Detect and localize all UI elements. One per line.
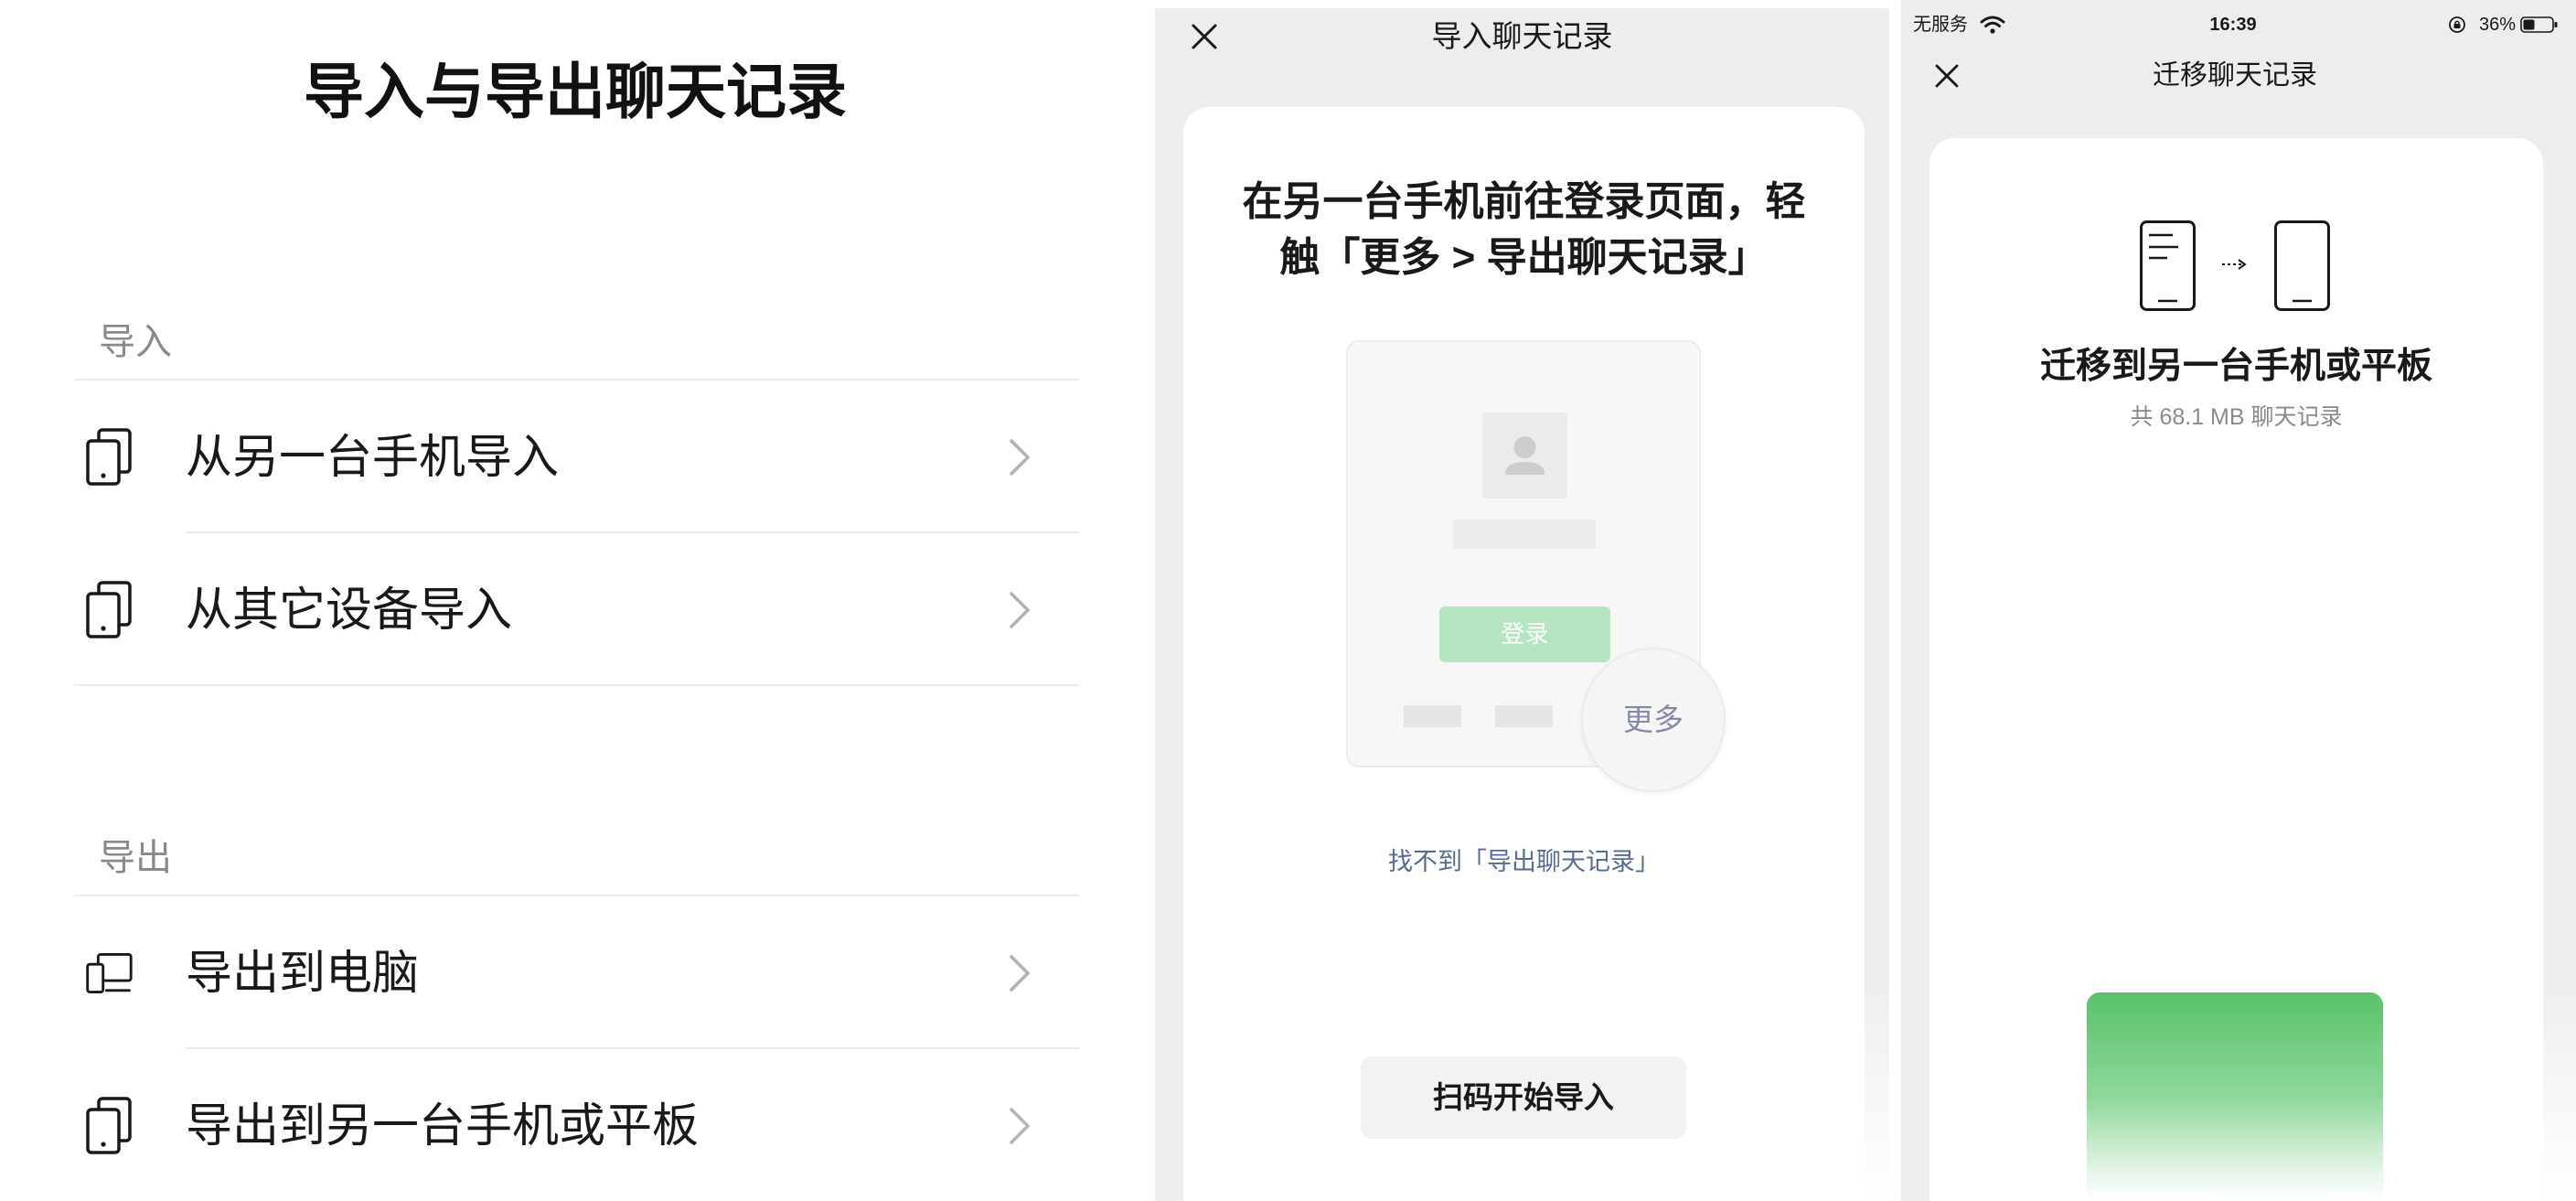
source-phone-icon	[2140, 220, 2196, 311]
page-title: 导入与导出聊天记录	[304, 58, 847, 125]
computer-icon	[85, 944, 133, 1002]
arrow-right-icon	[2222, 259, 2247, 270]
nav-title: 导入聊天记录	[1431, 19, 1613, 53]
nav-title: 迁移聊天记录	[2153, 60, 2317, 91]
list-item-label: 导出到电脑	[186, 946, 420, 999]
migrate-size-subtitle: 共 68.1 MB 聊天记录	[2130, 404, 2343, 430]
link-placeholder	[1404, 705, 1461, 727]
status-time: 16:39	[2209, 15, 2257, 35]
phone-icon	[85, 428, 133, 486]
edge-fade	[2543, 963, 2576, 1201]
migrate-chat-history-screen: 无服务 16:39 36% 迁移聊天记录 迁移到另一台手机或平板 共 68.1 …	[1901, 0, 2576, 1201]
chevron-right-icon	[1010, 1107, 1030, 1144]
instruction-line-1: 在另一台手机前往登录页面，轻	[1242, 179, 1806, 224]
divider	[74, 895, 1079, 896]
section-header-export: 导出	[99, 838, 172, 878]
divider	[74, 684, 1079, 686]
import-chat-history-screen: 导入聊天记录 在另一台手机前往登录页面，轻 触「更多 > 导出聊天记录」 登录 …	[1155, 8, 1889, 1201]
list-item-label: 从其它设备导入	[186, 583, 513, 636]
instruction-line-2: 触「更多 > 导出聊天记录」	[1279, 235, 1769, 280]
divider	[186, 1047, 1079, 1049]
illustration-more-highlight: 更多	[1581, 648, 1726, 792]
migrate-heading: 迁移到另一台手机或平板	[2039, 347, 2432, 386]
list-item-import-from-phone[interactable]: 从另一台手机导入	[74, 381, 1079, 532]
list-item-export-to-computer[interactable]: 导出到电脑	[74, 897, 1079, 1048]
login-page-illustration: 登录 更多	[1346, 340, 1726, 792]
status-carrier: 无服务	[1913, 15, 1968, 35]
divider	[186, 531, 1079, 533]
illustration-login-button: 登录	[1439, 606, 1610, 662]
status-battery-percent: 36%	[2478, 15, 2516, 35]
list-item-label: 从另一台手机导入	[186, 430, 560, 483]
instruction-text: 在另一台手机前往登录页面，轻 触「更多 > 导出聊天记录」	[1183, 174, 1865, 285]
chevron-right-icon	[1010, 591, 1030, 628]
close-icon	[1935, 64, 1959, 88]
start-migrate-button[interactable]	[2087, 992, 2383, 1201]
name-placeholder	[1453, 520, 1596, 549]
link-placeholder	[1495, 705, 1553, 727]
scan-to-import-button[interactable]: 扫码开始导入	[1361, 1056, 1686, 1139]
person-icon	[1505, 436, 1545, 475]
list-item-import-from-other-device[interactable]: 从其它设备导入	[74, 534, 1079, 685]
orientation-lock-icon	[2449, 16, 2465, 33]
instruction-card: 在另一台手机前往登录页面，轻 触「更多 > 导出聊天记录」 登录 更多 找不到「…	[1183, 107, 1865, 1201]
avatar-placeholder	[1482, 413, 1567, 499]
migrate-card: 迁移到另一台手机或平板 共 68.1 MB 聊天记录	[1929, 138, 2543, 1201]
chevron-right-icon	[1010, 954, 1030, 992]
phone-icon	[85, 581, 133, 638]
help-link[interactable]: 找不到「导出聊天记录」	[1183, 843, 1865, 880]
phone-icon	[85, 1097, 133, 1154]
list-item-label: 导出到另一台手机或平板	[186, 1099, 700, 1152]
close-button[interactable]	[1934, 63, 1960, 89]
divider	[74, 379, 1079, 381]
target-phone-icon	[2274, 220, 2330, 311]
edge-fade	[1862, 963, 1889, 1201]
wifi-icon	[1980, 16, 2005, 34]
list-item-export-to-phone-or-tablet[interactable]: 导出到另一台手机或平板	[74, 1050, 1079, 1201]
battery-icon	[2520, 16, 2558, 33]
section-header-import: 导入	[99, 322, 172, 362]
chevron-right-icon	[1010, 438, 1030, 476]
